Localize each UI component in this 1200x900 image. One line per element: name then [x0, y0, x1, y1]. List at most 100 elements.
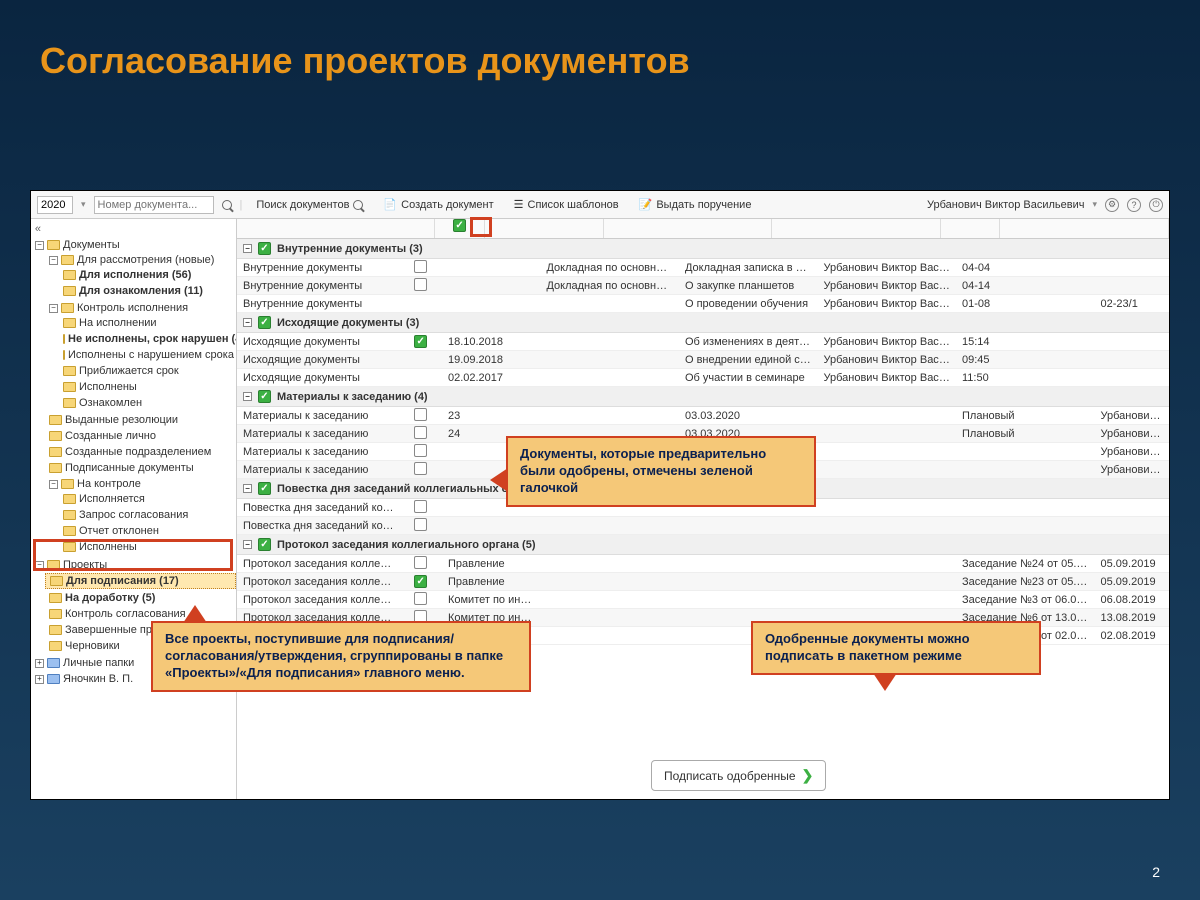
table-row[interactable]: Протокол заседания коллегиального органа…	[237, 555, 1169, 573]
callout-batch-sign: Одобренные документы можно подписать в п…	[751, 621, 1041, 675]
table-row[interactable]: Исходящие документы19.09.2018О внедрении…	[237, 351, 1169, 369]
tree-approval-control[interactable]: Контроль согласования	[45, 607, 236, 621]
callout-green-check: Документы, которые предварительно были о…	[506, 436, 816, 507]
row-check-icon[interactable]	[414, 260, 427, 273]
tree-documents[interactable]: −Документы	[31, 238, 236, 252]
folder-icon	[49, 625, 62, 635]
expander-icon[interactable]: +	[35, 659, 44, 668]
main-content: ✓ −✓Внутренние документы (3)Внутренние д…	[237, 219, 1169, 799]
collapse-sidebar-button[interactable]: «	[31, 221, 47, 237]
check-icon: ✓	[258, 482, 271, 495]
folder-icon	[63, 334, 65, 344]
sign-approved-button[interactable]: Подписать одобренные ❯	[651, 760, 826, 791]
group-header[interactable]: −✓Внутренние документы (3)	[237, 239, 1169, 259]
tree-resolutions[interactable]: Выданные резолюции	[45, 413, 236, 427]
search-documents-button[interactable]: Поиск документов	[250, 197, 369, 213]
callout-projects-folder: Все проекты, поступившие для подписания/…	[151, 621, 531, 692]
row-check-icon[interactable]: ✓	[414, 575, 427, 588]
tree-rejected[interactable]: Отчет отклонен	[59, 524, 236, 538]
tree-review[interactable]: −Для рассмотрения (новые)	[45, 253, 236, 267]
table-row[interactable]: Внутренние документыДокладная по основно…	[237, 277, 1169, 295]
tree-personal[interactable]: Созданные лично	[45, 429, 236, 443]
tree-projects[interactable]: −Проекты	[31, 558, 236, 572]
folder-icon	[49, 463, 62, 473]
table-row[interactable]: Материалы к заседанию2303.03.2020Плановы…	[237, 407, 1169, 425]
row-check-icon[interactable]	[414, 408, 427, 421]
expander-icon[interactable]: −	[243, 540, 252, 549]
row-check-icon[interactable]: ✓	[414, 335, 427, 348]
settings-icon[interactable]: ⚙	[1105, 198, 1119, 212]
power-icon[interactable]: ⏻	[1149, 198, 1163, 212]
tree-on-execution[interactable]: На исполнении	[59, 316, 236, 330]
table-row[interactable]: Протокол заседания коллегиального органа…	[237, 573, 1169, 591]
tree-executing[interactable]: Исполняется	[59, 492, 236, 506]
create-document-button[interactable]: 📄 Создать документ	[377, 196, 499, 213]
check-icon: ✓	[258, 316, 271, 329]
tree-done2[interactable]: Исполнены	[59, 540, 236, 554]
tree-req-approval[interactable]: Запрос согласования	[59, 508, 236, 522]
check-icon: ✓	[258, 390, 271, 403]
group-header[interactable]: −✓Протокол заседания коллегиального орга…	[237, 535, 1169, 555]
table-row[interactable]: Протокол заседания коллегиального органа…	[237, 591, 1169, 609]
page-number: 2	[1152, 864, 1160, 880]
folder-icon	[63, 270, 76, 280]
expander-icon[interactable]: −	[49, 480, 58, 489]
folder-icon	[47, 560, 60, 570]
expander-icon[interactable]: −	[35, 241, 44, 250]
row-check-icon[interactable]	[414, 462, 427, 475]
group-header[interactable]: −✓Материалы к заседанию (4)	[237, 387, 1169, 407]
slide-title: Согласование проектов документов	[0, 0, 1200, 82]
row-check-icon[interactable]	[414, 500, 427, 513]
search-icon[interactable]	[222, 200, 232, 210]
tree-rework[interactable]: На доработку (5)	[45, 591, 236, 605]
table-row[interactable]: Внутренние документыО проведении обучени…	[237, 295, 1169, 313]
year-dropdown-icon[interactable]: ▾	[81, 199, 86, 210]
grid-body[interactable]: −✓Внутренние документы (3)Внутренние док…	[237, 239, 1169, 799]
assign-task-button[interactable]: 📝 Выдать поручение	[633, 196, 758, 213]
app-window: ▾ | Поиск документов 📄 Создать документ …	[30, 190, 1170, 800]
tree-approaching[interactable]: Приближается срок	[59, 364, 236, 378]
tree-done[interactable]: Исполнены	[59, 380, 236, 394]
tree-for-familiarization[interactable]: Для ознакомления (11)	[59, 284, 236, 298]
folder-icon	[63, 318, 76, 328]
tree-control[interactable]: −Контроль исполнения	[45, 301, 236, 315]
table-row[interactable]: Повестка дня заседаний коллегиальных орг…	[237, 517, 1169, 535]
group-header[interactable]: −✓Исходящие документы (3)	[237, 313, 1169, 333]
row-check-icon[interactable]	[414, 444, 427, 457]
table-row[interactable]: Исходящие документы02.02.2017Об участии …	[237, 369, 1169, 387]
tree-ack[interactable]: Ознакомлен	[59, 396, 236, 410]
tree-dept[interactable]: Созданные подразделением	[45, 445, 236, 459]
expander-icon[interactable]: −	[243, 318, 252, 327]
expander-icon[interactable]: −	[49, 304, 58, 313]
header-check-icon[interactable]: ✓	[453, 219, 466, 232]
user-dropdown-icon[interactable]: ▾	[1092, 199, 1097, 210]
tree-on-control[interactable]: −На контроле	[45, 477, 236, 491]
row-check-icon[interactable]	[414, 278, 427, 291]
templates-button[interactable]: ☰ Список шаблонов	[508, 196, 625, 213]
tree-overdue[interactable]: Не исполнены, срок нарушен (46)	[59, 332, 236, 346]
tree-for-execution[interactable]: Для исполнения (56)	[59, 268, 236, 282]
expander-icon[interactable]: −	[243, 484, 252, 493]
help-icon[interactable]: ?	[1127, 198, 1141, 212]
tree-signed[interactable]: Подписанные документы	[45, 461, 236, 475]
row-check-icon[interactable]	[414, 518, 427, 531]
expander-icon[interactable]: −	[243, 244, 252, 253]
expander-icon[interactable]: −	[49, 256, 58, 265]
row-check-icon[interactable]	[414, 592, 427, 605]
folder-icon	[49, 641, 62, 651]
row-check-icon[interactable]	[414, 556, 427, 569]
folder-icon	[61, 479, 74, 489]
expander-icon[interactable]: −	[35, 561, 44, 570]
doc-number-input[interactable]	[94, 196, 214, 214]
table-row[interactable]: Внутренние документыДокладная по основно…	[237, 259, 1169, 277]
expander-icon[interactable]: +	[35, 675, 44, 684]
year-input[interactable]	[37, 196, 73, 214]
check-icon: ✓	[258, 538, 271, 551]
tree-for-signing[interactable]: Для подписания (17)	[45, 573, 236, 589]
folder-icon	[47, 658, 60, 668]
row-check-icon[interactable]	[414, 426, 427, 439]
tree-violated[interactable]: Исполнены с нарушением срока	[59, 348, 236, 362]
folder-icon	[63, 542, 76, 552]
expander-icon[interactable]: −	[243, 392, 252, 401]
table-row[interactable]: Исходящие документы✓18.10.2018Об изменен…	[237, 333, 1169, 351]
